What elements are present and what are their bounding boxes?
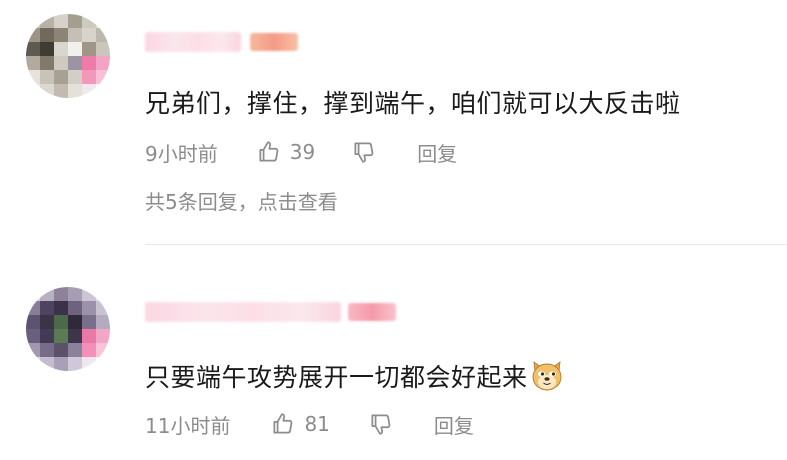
comment-meta: 9小时前 39 回复 [145, 137, 457, 167]
user-badge [348, 303, 396, 321]
thumbs-down-icon [371, 414, 391, 435]
comment-text-body: 只要端午攻势展开一切都会好起来 [145, 363, 528, 392]
comment-text: 只要端午攻势展开一切都会好起来 [145, 358, 564, 398]
comment-item: 兄弟们，撑住，撑到端午，咱们就可以大反击啦 9小时前 39 回复 共5条回复，点… [0, 0, 787, 244]
thumbs-down-icon [354, 142, 374, 163]
thumbs-up-icon [259, 141, 279, 162]
comment-time: 9小时前 [145, 141, 218, 166]
comment-time: 11小时前 [145, 413, 231, 438]
like-button[interactable]: 39 [256, 139, 315, 165]
view-replies-link[interactable]: 共5条回复，点击查看 [145, 186, 338, 215]
dislike-button[interactable] [351, 139, 377, 165]
avatar[interactable] [26, 14, 110, 98]
doge-emoji [530, 360, 564, 398]
comment-meta: 11小时前 81 回复 [145, 409, 474, 439]
reply-button[interactable]: 回复 [434, 410, 474, 439]
like-count: 81 [304, 412, 330, 436]
username[interactable] [145, 32, 241, 52]
like-button[interactable]: 81 [270, 411, 330, 437]
avatar[interactable] [26, 287, 110, 371]
dislike-button[interactable] [368, 411, 394, 437]
like-count: 39 [289, 140, 316, 164]
thumbs-up-icon [273, 413, 293, 434]
comment-item: 只要端午攻势展开一切都会好起来 11小时前 81 回复 [0, 245, 787, 460]
reply-button[interactable]: 回复 [417, 138, 457, 167]
user-badge [250, 33, 298, 51]
username[interactable] [145, 302, 341, 322]
comment-text: 兄弟们，撑住，撑到端午，咱们就可以大反击啦 [145, 89, 681, 118]
